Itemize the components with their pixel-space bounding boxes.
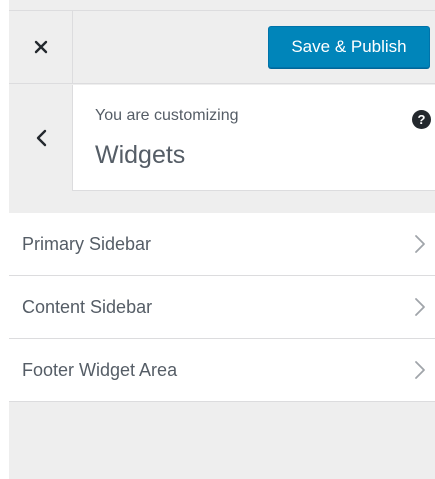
back-button[interactable] xyxy=(9,85,73,191)
close-button[interactable] xyxy=(9,11,73,83)
widget-area-primary-sidebar[interactable]: Primary Sidebar xyxy=(9,213,435,276)
customizing-label: You are customizing xyxy=(95,107,239,124)
chevron-right-icon xyxy=(415,298,425,316)
list-item-label: Footer Widget Area xyxy=(22,359,178,380)
customizer-panel: Save & Publish You are customizing Widge… xyxy=(9,0,435,479)
chevron-right-icon xyxy=(415,235,425,253)
widget-area-content-sidebar[interactable]: Content Sidebar xyxy=(9,276,435,339)
save-publish-button[interactable]: Save & Publish xyxy=(268,26,430,68)
chevron-right-icon xyxy=(415,361,425,379)
customizer-header: Save & Publish xyxy=(9,11,435,84)
widget-area-list: Primary Sidebar Content Sidebar Footer W… xyxy=(9,213,435,402)
help-icon[interactable]: ? xyxy=(412,110,431,129)
list-item-label: Content Sidebar xyxy=(22,296,153,317)
close-icon xyxy=(34,40,47,54)
chevron-left-icon xyxy=(36,129,46,147)
list-item-label: Primary Sidebar xyxy=(22,233,152,254)
page-title: Widgets xyxy=(95,141,186,169)
widget-area-footer[interactable]: Footer Widget Area xyxy=(9,339,435,402)
section-title-panel: You are customizing Widgets ? xyxy=(9,85,435,191)
